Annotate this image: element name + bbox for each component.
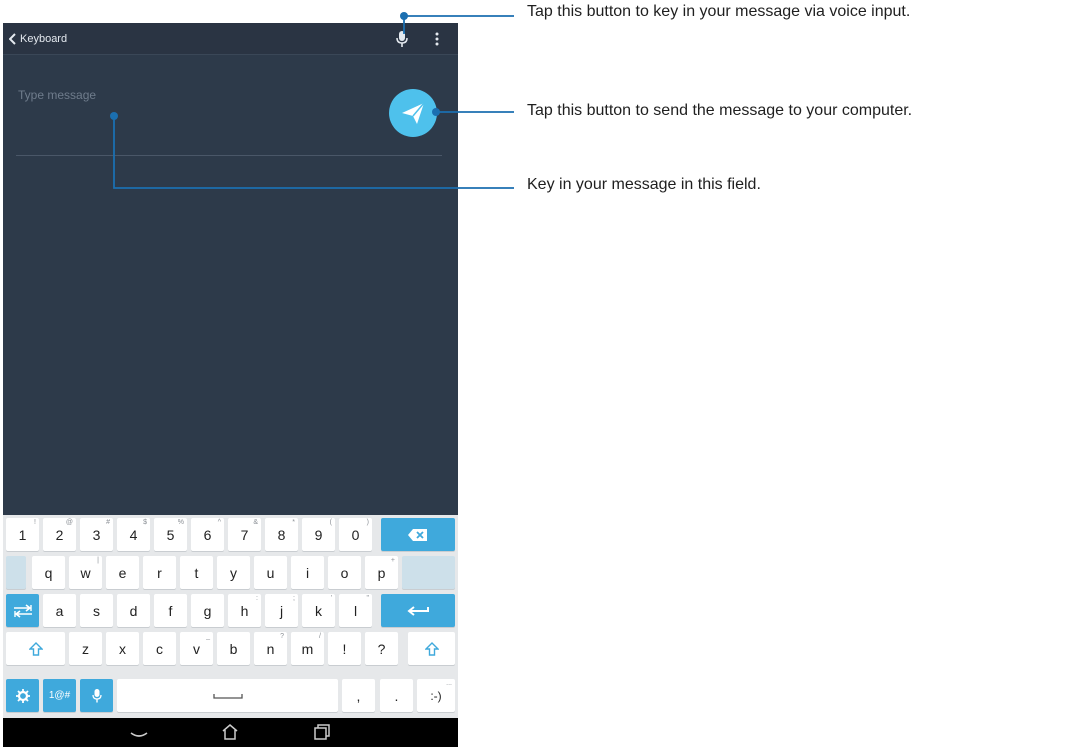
key-8[interactable]: 8 *: [265, 518, 298, 551]
key-q[interactable]: q: [32, 556, 65, 589]
phone-screen: Keyboard Type message 1! 2 @ 3 # 4 $ 5% 6 ^ …: [3, 23, 458, 747]
key-1[interactable]: 1!: [6, 518, 39, 551]
voice-key[interactable]: [80, 679, 113, 712]
key-question[interactable]: ?: [365, 632, 398, 665]
key-u[interactable]: u: [254, 556, 287, 589]
send-button[interactable]: [389, 89, 437, 137]
key-r[interactable]: r: [143, 556, 176, 589]
key-m[interactable]: m /: [291, 632, 324, 665]
key-3[interactable]: 3 #: [80, 518, 113, 551]
backspace-icon: [408, 528, 427, 541]
shift-key-right[interactable]: [408, 632, 455, 665]
key-a[interactable]: a: [43, 594, 76, 627]
shift-key-left[interactable]: [6, 632, 65, 665]
voice-callout-text: Tap this button to key in your message v…: [527, 3, 911, 20]
key-2[interactable]: 2 @: [43, 518, 76, 551]
key-o[interactable]: o: [328, 556, 361, 589]
comma-key[interactable]: ,: [342, 679, 375, 712]
space-key[interactable]: [117, 679, 338, 712]
key-h[interactable]: h:: [228, 594, 261, 627]
settings-key[interactable]: [6, 679, 39, 712]
key-6[interactable]: 6 ^: [191, 518, 224, 551]
key-i[interactable]: i: [291, 556, 324, 589]
key-j[interactable]: j;: [265, 594, 298, 627]
back-button[interactable]: Keyboard: [9, 30, 67, 48]
send-callout-text: Tap this button to send the message to y…: [527, 102, 913, 119]
tab-icon: [13, 603, 32, 618]
key-v[interactable]: v _: [180, 632, 213, 665]
key-z[interactable]: z: [69, 632, 102, 665]
key-5[interactable]: 5%: [154, 518, 187, 551]
key-e[interactable]: e: [106, 556, 139, 589]
period-key[interactable]: .: [380, 679, 413, 712]
space-icon: [212, 693, 243, 699]
enter-key[interactable]: [381, 594, 455, 627]
back-label: Keyboard: [20, 33, 68, 45]
navigation-bar: [3, 718, 458, 747]
home-icon[interactable]: [220, 723, 240, 741]
key-k[interactable]: k ': [302, 594, 335, 627]
key-exclamation[interactable]: !: [328, 632, 361, 665]
key-9[interactable]: 9(: [302, 518, 335, 551]
key-n[interactable]: n?: [254, 632, 287, 665]
message-placeholder: Type message: [18, 88, 97, 102]
gear-icon: [15, 688, 30, 703]
more-vert-icon[interactable]: [430, 30, 444, 48]
chevron-left-icon: [9, 33, 16, 45]
tab-key[interactable]: [6, 594, 39, 627]
key-spacer-right: [402, 556, 455, 589]
emoji-key[interactable]: :-)...: [417, 679, 455, 712]
key-t[interactable]: t: [180, 556, 213, 589]
mic-icon[interactable]: [394, 30, 410, 48]
key-spacer-left: [6, 556, 26, 589]
enter-icon: [407, 605, 429, 616]
top-bar: Keyboard: [3, 23, 458, 55]
send-icon: [402, 102, 425, 124]
mic-icon: [91, 688, 102, 702]
key-0[interactable]: 0): [339, 518, 372, 551]
symbols-key[interactable]: 1@#: [43, 679, 76, 712]
key-d[interactable]: d: [117, 594, 150, 627]
key-c[interactable]: c: [143, 632, 176, 665]
key-p[interactable]: p +: [365, 556, 398, 589]
key-x[interactable]: x: [106, 632, 139, 665]
backspace-key[interactable]: [381, 518, 455, 551]
key-g[interactable]: g: [191, 594, 224, 627]
key-4[interactable]: 4 $: [117, 518, 150, 551]
key-b[interactable]: b: [217, 632, 250, 665]
key-f[interactable]: f: [154, 594, 187, 627]
keyboard: 1! 2 @ 3 # 4 $ 5% 6 ^ 7 & 8 * 9( 0) q w | e r t…: [3, 515, 458, 718]
key-w[interactable]: w |: [69, 556, 102, 589]
shift-icon: [424, 641, 439, 656]
shift-icon: [28, 641, 43, 656]
key-s[interactable]: s: [80, 594, 113, 627]
back-nav-icon[interactable]: [128, 723, 150, 741]
recent-apps-icon[interactable]: [313, 723, 331, 741]
key-l[interactable]: l ": [339, 594, 372, 627]
field-callout-text: Key in your message in this field.: [527, 176, 761, 193]
key-7[interactable]: 7 &: [228, 518, 261, 551]
key-y[interactable]: y: [217, 556, 250, 589]
